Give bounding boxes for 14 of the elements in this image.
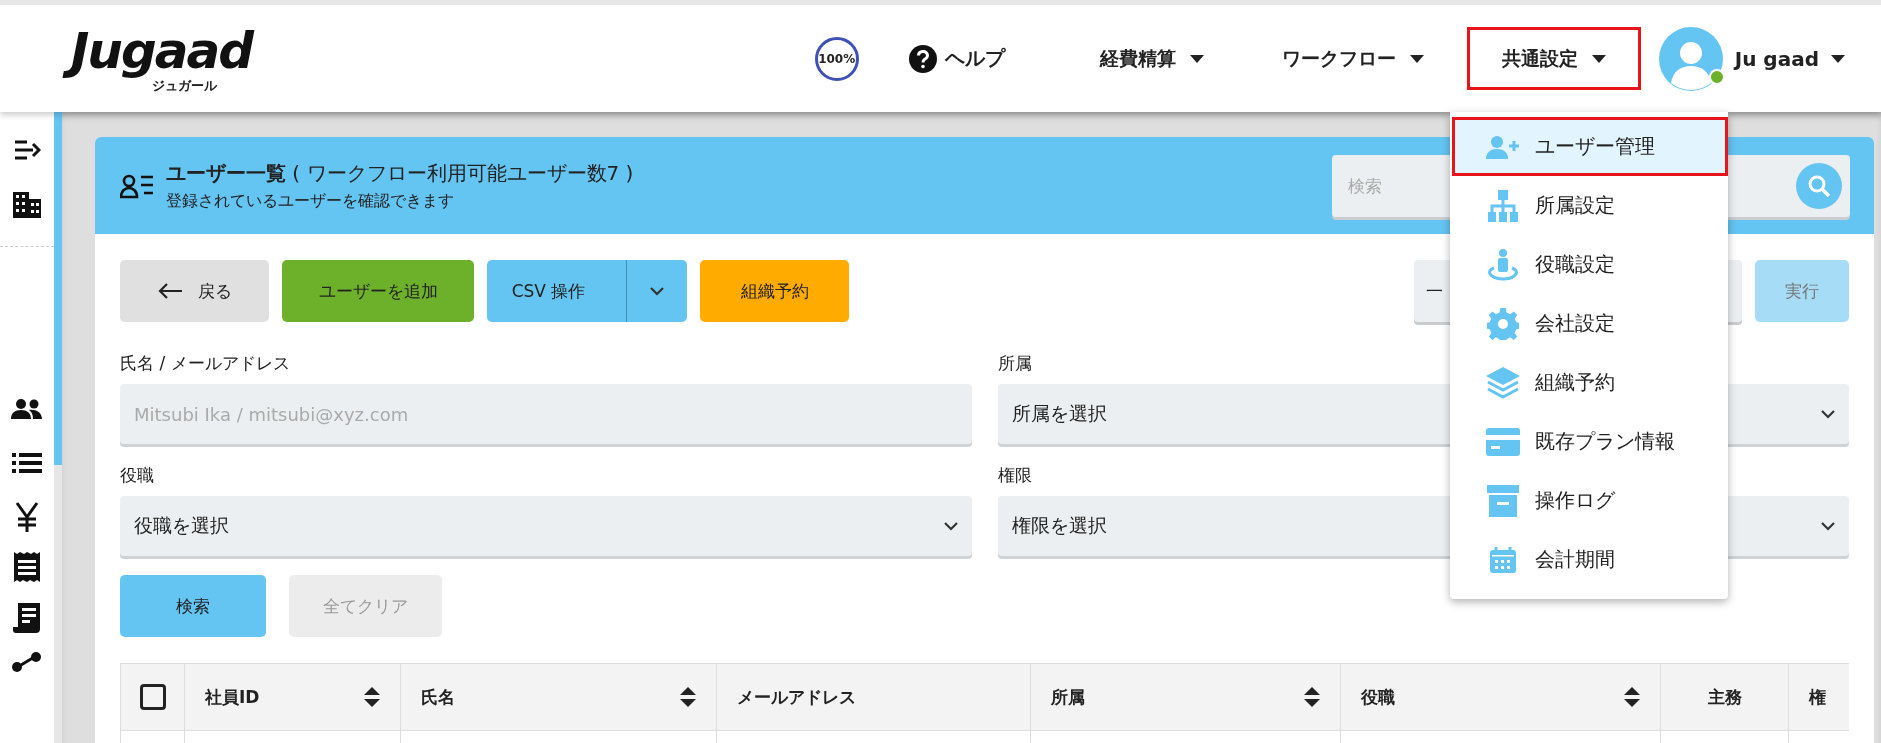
column-header: 主務 xyxy=(1660,663,1789,731)
column-header: メールアドレス xyxy=(716,663,1031,731)
column-label: 社員ID xyxy=(205,685,260,709)
field-label: 氏名 / メールアドレス xyxy=(120,352,291,374)
logo-subtitle: ジュガール xyxy=(152,78,217,93)
column-header: 権 xyxy=(1788,663,1849,731)
column-label: 所属 xyxy=(1051,685,1085,709)
field-label: 所属 xyxy=(997,352,1033,374)
field-label: 権限 xyxy=(997,464,1033,486)
field-label: 役職 xyxy=(120,464,155,486)
column-label: 役職 xyxy=(1361,685,1395,709)
page-title: ユーザー一覧 ( ワークフロー利用可能ユーザー数7 ) xyxy=(166,159,634,187)
column-label: 氏名 xyxy=(421,685,455,709)
page-subtitle: 登録されているユーザーを確認できます xyxy=(166,190,455,212)
